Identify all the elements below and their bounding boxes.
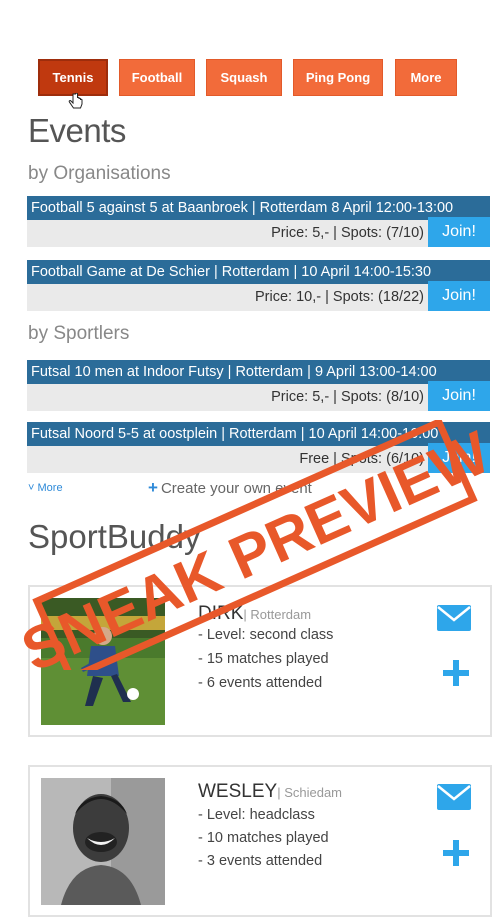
avatar <box>41 598 165 725</box>
event-price: Free | Spots: (6/10) <box>299 451 424 467</box>
more-events-link[interactable]: ˅ More <box>28 482 63 494</box>
chevron-down-icon: ˅ <box>28 482 35 494</box>
buddy-events: - 6 events attended <box>198 675 323 691</box>
join-button[interactable]: Join! <box>428 381 490 411</box>
buddy-level: - Level: second class <box>198 627 334 643</box>
join-button[interactable]: Join! <box>428 281 490 311</box>
buddy-name-text: WESLEY <box>198 781 278 802</box>
by-organisations-heading: by Organisations <box>28 163 171 184</box>
buddy-name[interactable]: WESLEY| Schiedam <box>198 781 342 803</box>
mail-icon[interactable] <box>436 604 472 632</box>
create-event-link[interactable]: + Create your own event <box>148 478 312 498</box>
buddy-matches: - 15 matches played <box>198 651 329 667</box>
create-label: Create your own event <box>160 480 312 497</box>
buddy-card: DIRK| Rotterdam - Level: second class - … <box>28 585 492 737</box>
event-item: Futsal Noord 5-5 at oostplein | Rotterda… <box>27 422 490 473</box>
join-button[interactable]: Join! <box>428 217 490 247</box>
event-price: Price: 5,- | Spots: (7/10) <box>271 225 424 241</box>
event-meta: Price: 5,- | Spots: (8/10) Join! <box>27 381 490 411</box>
buddy-level: - Level: headclass <box>198 807 315 823</box>
mail-icon[interactable] <box>436 783 472 811</box>
tab-squash[interactable]: Squash <box>206 59 282 96</box>
add-buddy-icon[interactable] <box>442 659 470 687</box>
tab-ping-pong[interactable]: Ping Pong <box>293 59 383 96</box>
tab-more[interactable]: More <box>395 59 457 96</box>
event-meta: Price: 10,- | Spots: (18/22) Join! <box>27 281 490 311</box>
event-meta: Price: 5,- | Spots: (7/10) Join! <box>27 217 490 247</box>
buddy-city: | Schiedam <box>277 785 342 800</box>
event-title[interactable]: Football 5 against 5 at Baanbroek | Rott… <box>27 196 490 220</box>
event-item: Futsal 10 men at Indoor Futsy | Rotterda… <box>27 360 490 411</box>
buddy-card: WESLEY| Schiedam - Level: headclass - 10… <box>28 765 492 917</box>
avatar <box>41 778 165 905</box>
buddy-city: | Rotterdam <box>243 607 312 622</box>
tab-tennis[interactable]: Tennis <box>38 59 108 96</box>
events-heading: Events <box>28 112 126 149</box>
more-label: More <box>37 482 63 494</box>
buddy-events: - 3 events attended <box>198 853 323 869</box>
buddy-name[interactable]: DIRK| Rotterdam <box>198 603 311 625</box>
join-button[interactable]: Join! <box>428 443 490 473</box>
add-buddy-icon[interactable] <box>442 839 470 867</box>
event-title[interactable]: Futsal 10 men at Indoor Futsy | Rotterda… <box>27 360 490 384</box>
plus-icon: + <box>148 478 158 497</box>
event-title[interactable]: Futsal Noord 5-5 at oostplein | Rotterda… <box>27 422 490 446</box>
event-price: Price: 10,- | Spots: (18/22) <box>255 289 424 305</box>
event-meta: Free | Spots: (6/10) Join! <box>27 443 490 473</box>
hand-cursor-icon <box>68 93 83 109</box>
buddy-name-text: DIRK <box>198 603 244 624</box>
event-price: Price: 5,- | Spots: (8/10) <box>271 389 424 405</box>
by-sportlers-heading: by Sportlers <box>28 323 130 344</box>
tab-football[interactable]: Football <box>119 59 195 96</box>
event-title[interactable]: Football Game at De Schier | Rotterdam |… <box>27 260 490 284</box>
buddy-matches: - 10 matches played <box>198 830 329 846</box>
sportbuddy-heading: SportBuddy <box>28 518 201 555</box>
event-item: Football 5 against 5 at Baanbroek | Rott… <box>27 196 490 247</box>
event-item: Football Game at De Schier | Rotterdam |… <box>27 260 490 311</box>
